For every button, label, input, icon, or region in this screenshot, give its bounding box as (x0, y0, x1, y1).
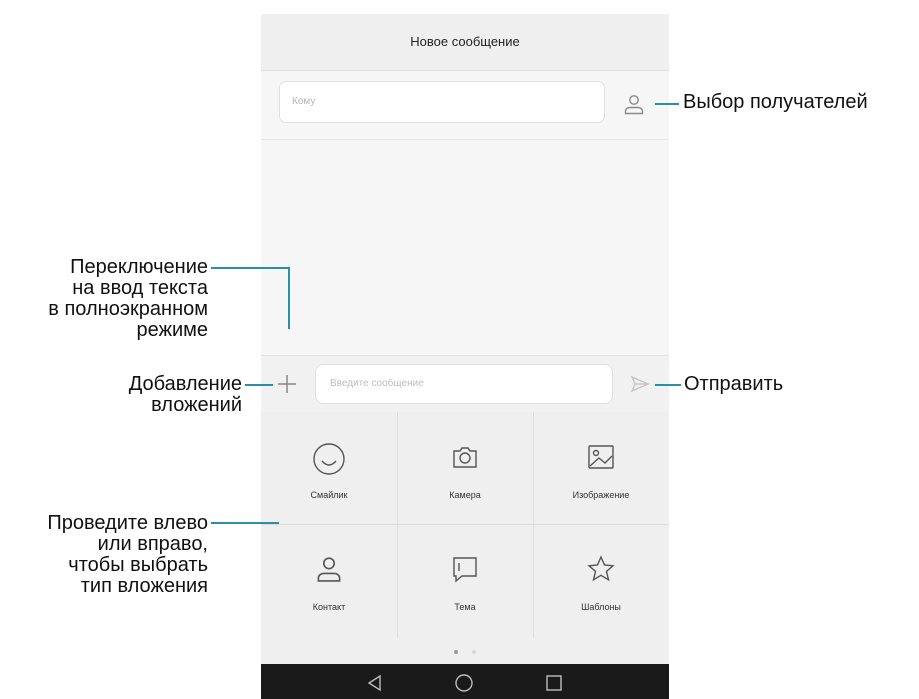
page-dot-active (454, 650, 458, 654)
callout-send: Отправить (684, 373, 784, 395)
callout-line-text: чтобы выбрать (68, 554, 208, 576)
attachment-label: Смайлик (310, 490, 348, 500)
attachment-contact[interactable]: Контакт (261, 524, 397, 636)
title-bar: Новое сообщение (261, 14, 669, 71)
callout-line-text: режиме (136, 319, 208, 341)
plus-icon[interactable] (276, 373, 298, 395)
callout-line (288, 267, 290, 329)
callout-line-text: Проведите влево (47, 512, 208, 534)
recipient-input[interactable]: Кому (279, 81, 605, 123)
attachment-camera[interactable]: Камера (397, 412, 533, 524)
attachment-grid: Смайлик Камера Изображение Контакт Тема (261, 412, 669, 638)
attachment-label: Камера (449, 490, 481, 500)
callout-line-text: на ввод текста (72, 277, 208, 299)
callout-line-text: в полноэкранном (48, 298, 208, 320)
attachment-smiley[interactable]: Смайлик (261, 412, 397, 524)
callout-line-text: или вправо, (97, 533, 208, 555)
attachment-label: Контакт (312, 602, 346, 612)
page-indicator (261, 638, 669, 664)
callout-line-text: тип вложения (80, 575, 208, 597)
recipient-placeholder: Кому (292, 96, 316, 107)
subject-icon (453, 557, 477, 583)
navigation-bar (261, 664, 669, 699)
person-icon (317, 557, 341, 582)
callout-line (245, 384, 273, 386)
send-icon[interactable] (630, 375, 650, 393)
callout-line-text: Добавление (128, 373, 242, 395)
callout-select-recipients: Выбор получателей (683, 91, 868, 113)
callout-line-text: вложений (151, 394, 242, 416)
divider (261, 139, 669, 140)
phone-screen: Новое сообщение Кому Введите сообщение С… (261, 14, 669, 699)
page-dot (472, 650, 476, 654)
message-input[interactable]: Введите сообщение (315, 364, 613, 404)
smiley-icon (313, 443, 345, 475)
callout-fullscreen-toggle: Переключение на ввод текста в полноэкран… (48, 257, 208, 341)
home-icon[interactable] (454, 673, 474, 693)
camera-icon (453, 447, 477, 468)
callout-line (655, 384, 681, 386)
attachment-label: Шаблоны (581, 602, 621, 612)
back-icon[interactable] (365, 673, 385, 693)
attachment-label: Изображение (572, 490, 630, 500)
person-icon[interactable] (622, 92, 646, 116)
callout-add-attachments: Добавление вложений (129, 374, 242, 416)
image-icon (588, 445, 614, 469)
callout-swipe-hint: Проведите влево или вправо, чтобы выбрат… (47, 513, 208, 597)
star-icon (587, 555, 615, 582)
callout-line-text: Переключение (70, 256, 208, 278)
composer-bar: Введите сообщение (261, 355, 669, 412)
callout-line (211, 267, 289, 269)
attachment-image[interactable]: Изображение (533, 412, 669, 524)
callout-line (211, 522, 279, 524)
callout-line (655, 103, 679, 105)
page-title: Новое сообщение (410, 34, 520, 49)
attachment-templates[interactable]: Шаблоны (533, 524, 669, 636)
attachment-label: Тема (454, 602, 476, 612)
recents-icon[interactable] (544, 673, 564, 693)
attachment-subject[interactable]: Тема (397, 524, 533, 636)
message-placeholder: Введите сообщение (330, 378, 424, 389)
